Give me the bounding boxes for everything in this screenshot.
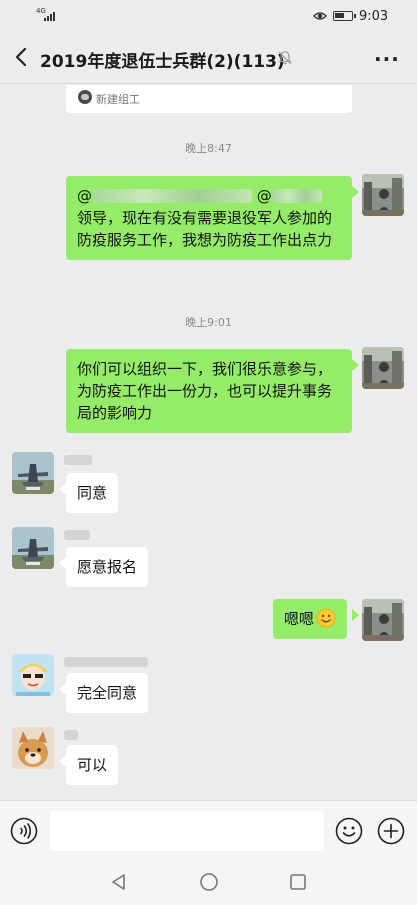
redacted-mention — [92, 189, 252, 203]
chat-header: 2019年度退伍士兵群(2)(113) ··· — [0, 32, 417, 84]
message-text: 嗯嗯 — [284, 610, 315, 628]
message-bubble-sent[interactable]: @ @ 领导，现在有没有需要退役军人参加的防疫服务工作，我想为防疫工作出点力 — [66, 176, 352, 260]
message-bubble-received[interactable]: 完全同意 — [66, 673, 149, 713]
sender-name-redacted — [64, 657, 148, 667]
bubble-tail — [59, 557, 66, 569]
sender-name-redacted — [64, 730, 78, 740]
message-text: 完全同意 — [77, 684, 138, 702]
shared-card[interactable]: 新建组工 — [66, 85, 352, 113]
battery-icon — [333, 11, 356, 21]
input-bar — [0, 800, 417, 860]
message-bubble-sent[interactable]: 嗯嗯 — [273, 599, 348, 639]
bubble-tail — [59, 683, 66, 695]
more-button[interactable]: ··· — [374, 47, 400, 71]
nav-home-icon[interactable] — [199, 872, 219, 892]
message-text: 你们可以组织一下，我们很乐意参与，为防疫工作出一份力，也可以提升事务局的影响力 — [77, 360, 333, 422]
message-input[interactable] — [50, 811, 324, 851]
plus-icon[interactable] — [377, 817, 405, 845]
card-source-label: 新建组工 — [96, 93, 140, 106]
voice-icon[interactable] — [10, 817, 38, 845]
signal-icon — [44, 12, 55, 21]
avatar-member[interactable] — [12, 452, 54, 494]
sender-name-redacted — [64, 455, 92, 465]
message-bubble-received[interactable]: 同意 — [66, 473, 119, 513]
bubble-tail — [59, 483, 66, 495]
status-time: 9:03 — [359, 9, 389, 24]
message-bubble-sent[interactable]: 你们可以组织一下，我们很乐意参与，为防疫工作出一份力，也可以提升事务局的影响力 — [66, 349, 352, 433]
message-bubble-received[interactable]: 可以 — [66, 745, 119, 785]
system-nav-bar — [0, 860, 417, 905]
mini-program-icon — [78, 90, 92, 104]
emoji-icon[interactable] — [335, 817, 363, 845]
eye-comfort-icon — [313, 12, 327, 20]
message-text: 愿意报名 — [77, 558, 138, 576]
nav-recent-icon[interactable] — [288, 872, 308, 892]
message-text: 领导，现在有没有需要退役军人参加的防疫服务工作，我想为防疫工作出点力 — [77, 209, 333, 249]
bubble-tail — [352, 359, 359, 371]
avatar-member[interactable] — [12, 527, 54, 569]
avatar-member[interactable] — [12, 727, 54, 769]
sender-name-redacted — [64, 530, 90, 540]
bubble-tail — [59, 755, 66, 767]
chat-title: 2019年度退伍士兵群(2)(113) — [40, 52, 285, 72]
avatar-self[interactable] — [362, 599, 404, 641]
mention-line: @ @ — [77, 185, 341, 207]
mention-symbol: @ — [77, 187, 92, 205]
message-text: 同意 — [77, 484, 108, 502]
status-bar: 4G 9:03 — [0, 0, 417, 32]
mention-symbol: @ — [256, 187, 272, 205]
bubble-tail — [352, 609, 359, 621]
timestamp: 晚上8:47 — [185, 142, 232, 155]
message-text: 可以 — [77, 756, 108, 774]
bubble-tail — [352, 186, 359, 198]
avatar-self[interactable] — [362, 174, 404, 216]
smile-emoji — [316, 608, 336, 628]
chevron-left-icon[interactable] — [10, 45, 34, 69]
timestamp: 晚上9:01 — [185, 316, 232, 329]
avatar-member[interactable] — [12, 654, 54, 696]
redacted-mention — [271, 189, 322, 203]
message-list[interactable]: 新建组工 晚上8:47 @ @ 领导，现在有没有需要退役军人参加的防疫服务工作，… — [0, 85, 417, 800]
avatar-self[interactable] — [362, 347, 404, 389]
nav-back-icon[interactable] — [109, 872, 129, 892]
message-bubble-received[interactable]: 愿意报名 — [66, 547, 149, 587]
bell-off-icon — [278, 51, 292, 65]
